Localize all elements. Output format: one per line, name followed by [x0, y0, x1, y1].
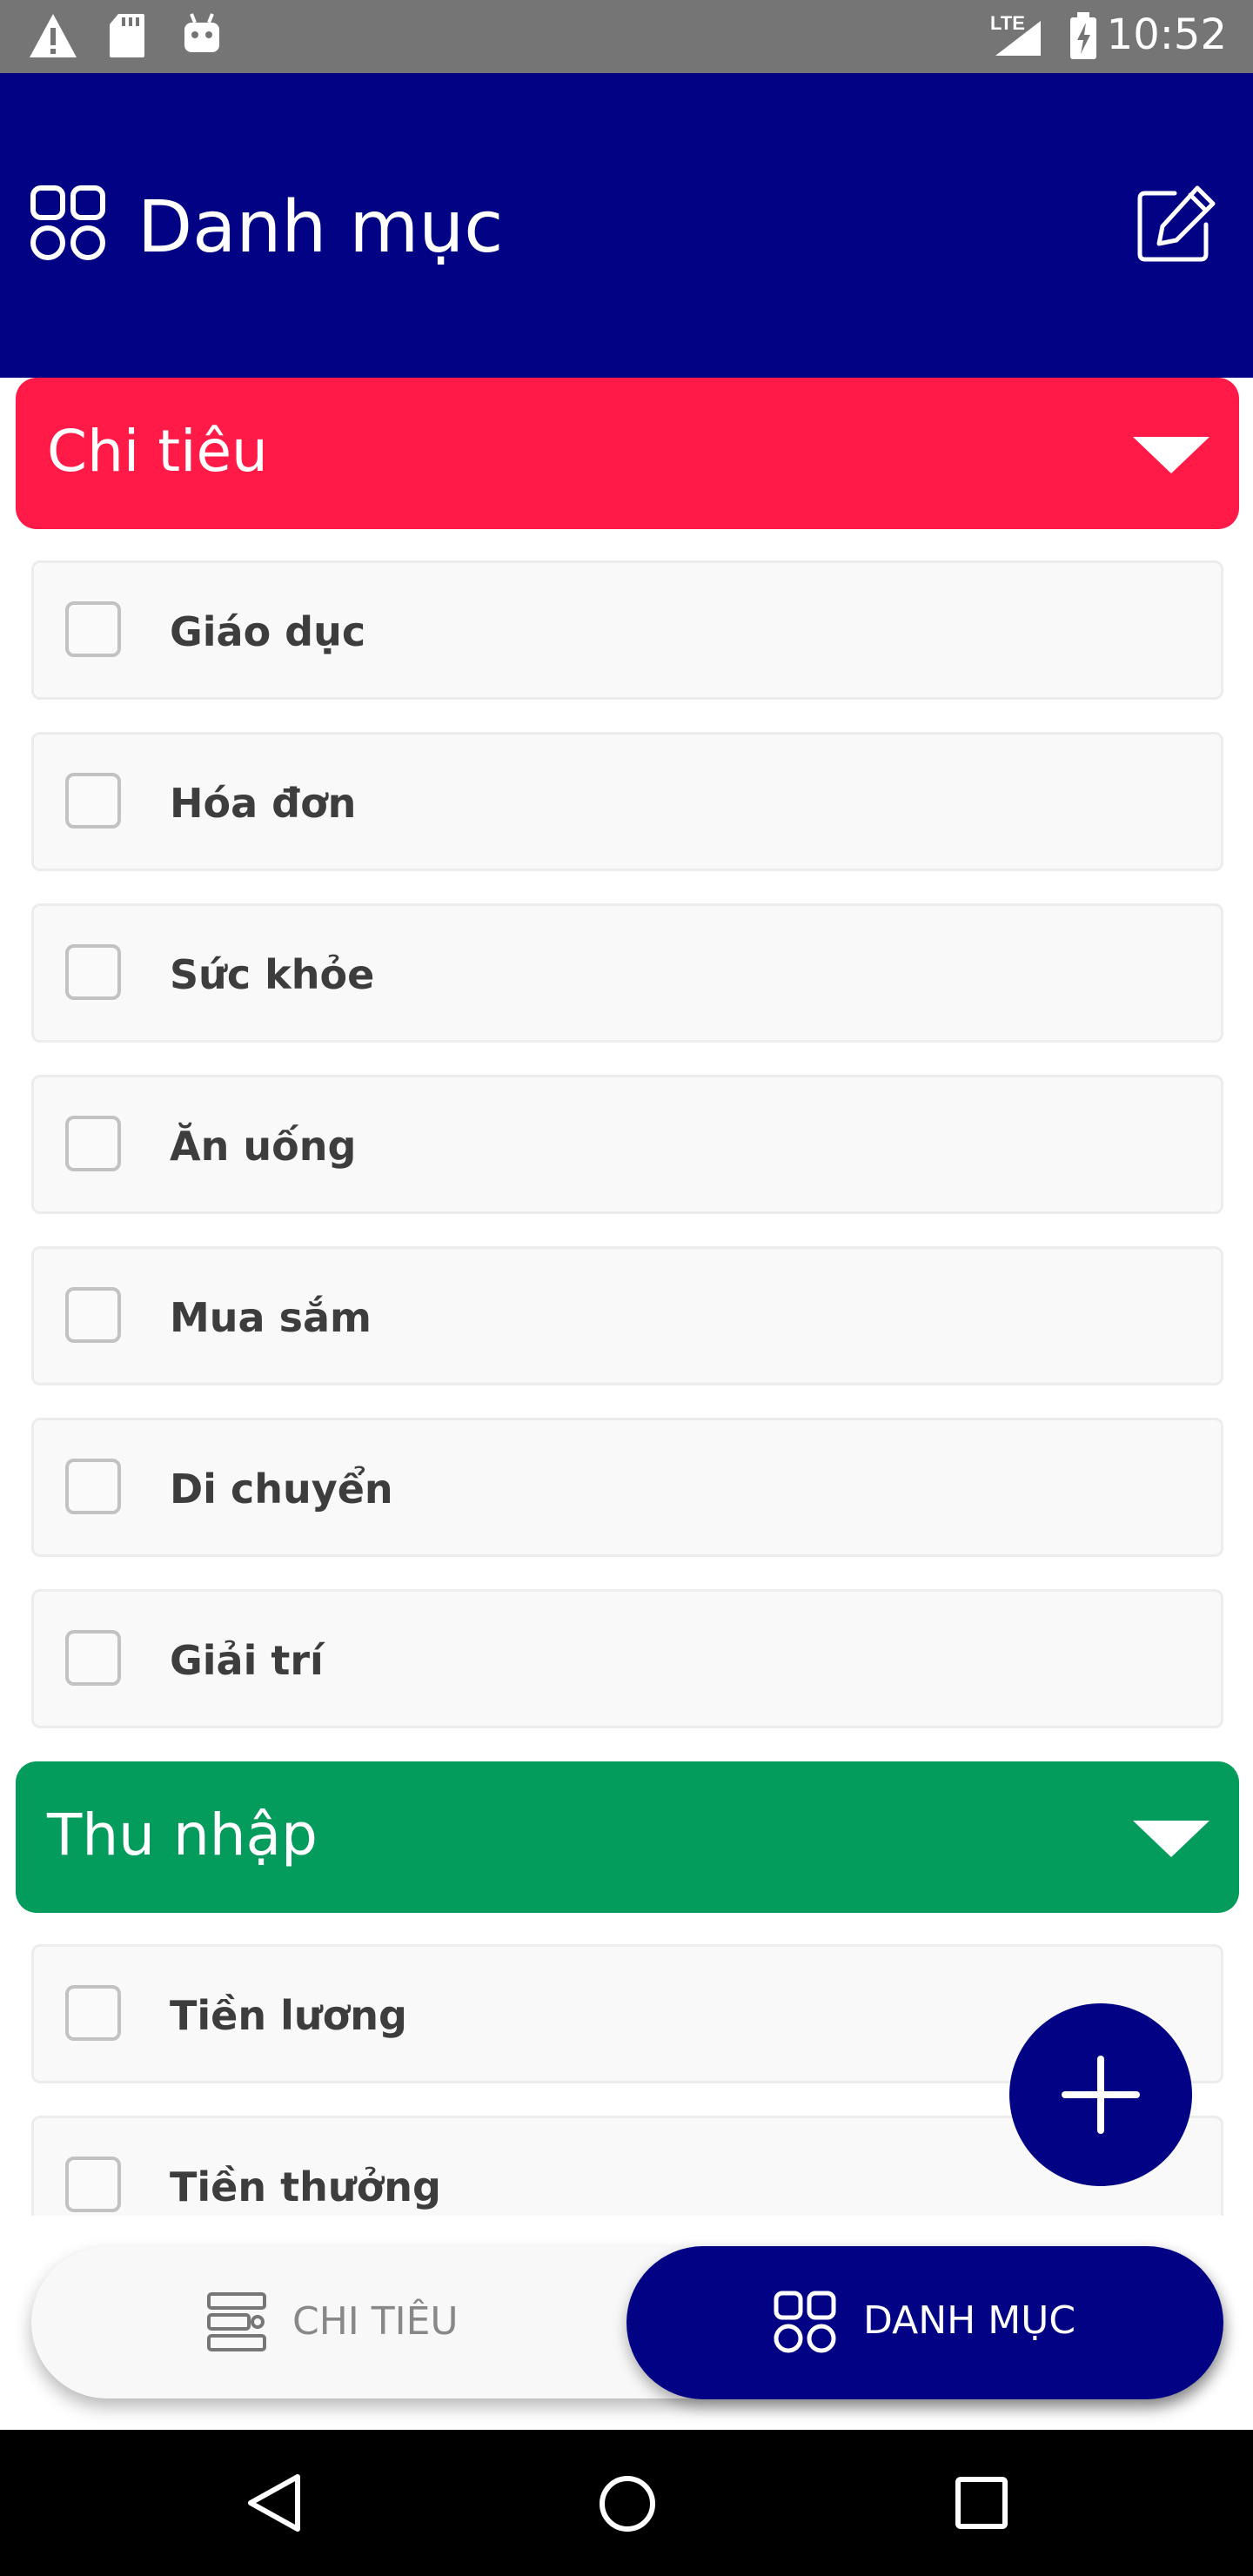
back-icon[interactable] — [244, 2472, 305, 2534]
list-item[interactable]: Sức khỏe — [31, 903, 1223, 1043]
section-title: Thu nhập — [47, 1801, 318, 1868]
home-icon[interactable] — [597, 2473, 658, 2534]
checkbox[interactable] — [65, 2157, 121, 2212]
list-item[interactable]: Mua sắm — [31, 1246, 1223, 1385]
item-label: Mua sắm — [170, 1294, 372, 1341]
bottom-navigation: CHI TIÊU DANH MỤC — [31, 2246, 1223, 2399]
clock: 10:52 — [1106, 10, 1227, 59]
add-category-button[interactable] — [1009, 2003, 1192, 2186]
section-title: Chi tiêu — [47, 418, 268, 485]
alert-icon — [30, 14, 77, 57]
battery-charging-icon — [1070, 12, 1096, 59]
status-bar: LTE 10:52 — [0, 0, 1253, 73]
checkbox[interactable] — [65, 1116, 121, 1171]
checkbox[interactable] — [65, 944, 121, 1000]
app-bar: Danh mục — [0, 73, 1253, 378]
list-item[interactable]: Di chuyển — [31, 1418, 1223, 1557]
grid-icon — [774, 2291, 836, 2353]
list-item[interactable]: Giải trí — [31, 1589, 1223, 1728]
grid-icon — [30, 185, 105, 260]
checkbox[interactable] — [65, 1985, 121, 2041]
item-label: Ăn uống — [170, 1123, 357, 1170]
category-list: Chi tiêu Giáo dục Hóa đơn Sức khỏe Ăn uố… — [0, 378, 1253, 2216]
tab-danh-muc[interactable]: DANH MỤC — [626, 2246, 1223, 2399]
list-item[interactable]: Hóa đơn — [31, 732, 1223, 871]
tab-label: DANH MỤC — [863, 2298, 1076, 2343]
item-label: Tiền lương — [170, 1992, 407, 2039]
checkbox[interactable] — [65, 1287, 121, 1343]
checkbox[interactable] — [65, 1630, 121, 1686]
checkbox[interactable] — [65, 773, 121, 828]
page-title: Danh mục — [137, 186, 504, 269]
plus-icon — [1062, 2056, 1140, 2134]
sd-card-icon — [110, 14, 144, 57]
section-header-income[interactable]: Thu nhập — [16, 1761, 1239, 1913]
android-icon — [184, 13, 219, 52]
list-item[interactable]: Giáo dục — [31, 560, 1223, 700]
tab-label: CHI TIÊU — [292, 2299, 459, 2344]
item-label: Hóa đơn — [170, 780, 357, 827]
list-icon — [207, 2292, 266, 2351]
caret-down-icon[interactable] — [1133, 437, 1209, 473]
checkbox[interactable] — [65, 1459, 121, 1514]
item-label: Giáo dục — [170, 608, 366, 655]
edit-icon[interactable] — [1136, 184, 1216, 263]
section-header-expense[interactable]: Chi tiêu — [16, 378, 1239, 529]
list-item[interactable]: Ăn uống — [31, 1075, 1223, 1214]
system-navigation-bar — [0, 2430, 1253, 2576]
checkbox[interactable] — [65, 601, 121, 657]
item-label: Di chuyển — [170, 1466, 393, 1513]
tab-chi-tieu[interactable]: CHI TIÊU — [31, 2247, 626, 2398]
item-label: Giải trí — [170, 1637, 324, 1684]
signal-icon — [995, 21, 1041, 56]
item-label: Tiền thưởng — [170, 2163, 441, 2210]
caret-down-icon[interactable] — [1133, 1821, 1209, 1857]
item-label: Sức khỏe — [170, 951, 375, 998]
recents-icon[interactable] — [954, 2475, 1009, 2531]
